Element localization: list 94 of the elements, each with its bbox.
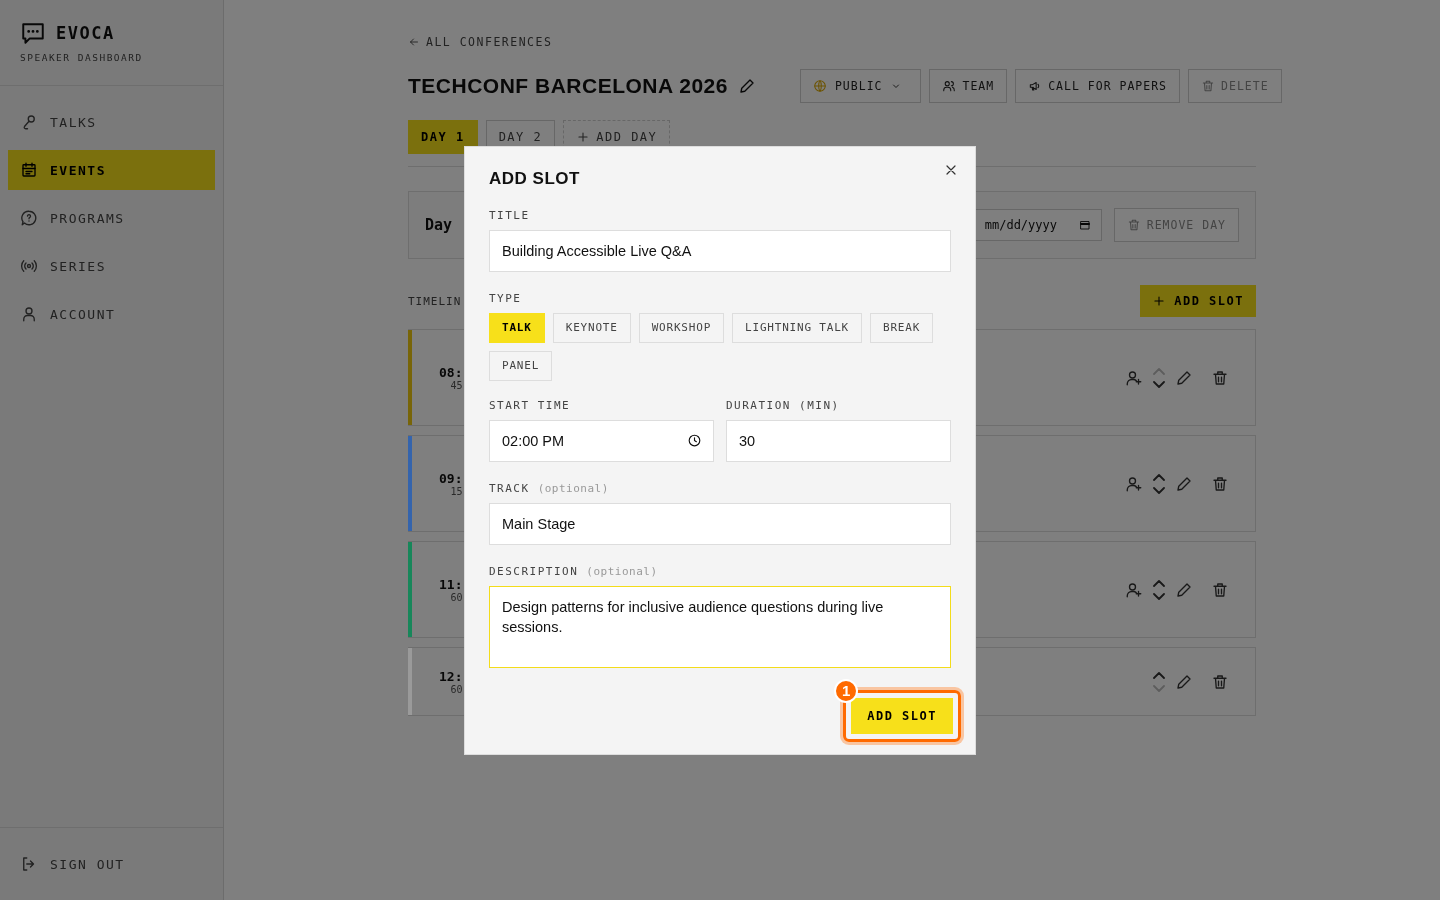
question-bubble-icon [20, 209, 38, 227]
header-button[interactable]: PUBLIC [799, 69, 922, 103]
header-button[interactable]: TEAM [929, 69, 1008, 103]
trash-icon [1211, 672, 1229, 691]
chevron-up-icon [1153, 579, 1165, 587]
start-time-input[interactable]: 02:00 PM [489, 419, 714, 462]
trash-icon [1211, 474, 1229, 493]
duration-input[interactable]: 30 [726, 419, 951, 462]
optional-hint: (optional) [586, 564, 658, 578]
user-plus-icon [1125, 474, 1143, 493]
conference-title: TECHCONF BARCELONA 2026 [408, 74, 728, 98]
nav-item[interactable]: TALKS [8, 102, 215, 142]
broadcast-icon [20, 257, 38, 275]
chevron-down-icon [1153, 486, 1165, 494]
header-button[interactable]: DELETE [1188, 69, 1282, 103]
globe-icon [812, 79, 827, 93]
plus-icon [1152, 294, 1167, 308]
slot-duration: 60 [450, 683, 463, 695]
chevron-down-icon [1153, 592, 1165, 600]
add-slot-submit-button[interactable]: ADD SLOT [851, 697, 953, 734]
nav-item[interactable]: SERIES [8, 246, 215, 286]
remove-day-button[interactable]: REMOVE DAY [1113, 208, 1239, 242]
user-plus-icon [1125, 368, 1143, 387]
slot-time: 11: [439, 576, 463, 592]
nav-item[interactable]: EVENTS [8, 150, 215, 190]
chevron-up-icon [1153, 367, 1165, 375]
move-up-button[interactable] [1153, 671, 1165, 679]
type-option[interactable]: BREAK [870, 312, 934, 343]
chevron-up-icon [1153, 473, 1165, 481]
plus-icon [576, 130, 591, 144]
slot-time: 08: [439, 364, 463, 380]
trash-icon [1211, 580, 1229, 599]
slot-duration: 60 [450, 591, 463, 603]
slot-duration: 15 [450, 485, 463, 497]
clock-icon [687, 432, 702, 448]
user-plus-icon [1125, 580, 1143, 599]
add-speaker-button[interactable] [1125, 474, 1143, 493]
type-option[interactable]: KEYNOTE [552, 312, 631, 343]
optional-hint: (optional) [537, 481, 609, 495]
step-marker: 1 [834, 678, 859, 703]
day-title: Day [425, 216, 453, 234]
calendar-icon [1078, 219, 1091, 231]
trash-icon [1211, 368, 1229, 387]
chevron-up-icon [1153, 671, 1165, 679]
field-label: TITLE [489, 208, 530, 222]
slot-duration: 45 [450, 379, 463, 391]
timeline-label: TIMELIN [408, 294, 462, 308]
nav-item[interactable]: ACCOUNT [8, 294, 215, 334]
delete-slot-button[interactable] [1211, 580, 1229, 599]
add-speaker-button[interactable] [1125, 368, 1143, 387]
dialog-title: ADD SLOT [489, 168, 580, 189]
type-option[interactable]: TALK [489, 312, 545, 343]
slot-time: 12: [439, 668, 463, 684]
type-option[interactable]: LIGHTNING TALK [732, 312, 862, 343]
add-speaker-button[interactable] [1125, 580, 1143, 599]
chevron-down-icon [1153, 380, 1165, 388]
field-label: DURATION (MIN) [726, 398, 840, 412]
move-down-button[interactable] [1153, 486, 1165, 494]
add-slot-button[interactable]: ADD SLOT [1140, 285, 1256, 317]
brand-name: EVOCA [56, 23, 115, 43]
trash-icon [1126, 218, 1141, 232]
pencil-icon [737, 77, 756, 95]
header-button[interactable]: CALL FOR PAPERS [1015, 69, 1181, 103]
field-label: TYPE [489, 291, 522, 305]
date-field[interactable]: mm/dd/yyyy [973, 209, 1102, 241]
field-label: DESCRIPTION [489, 564, 579, 578]
track-input[interactable]: Main Stage [489, 502, 951, 545]
nav-item[interactable]: PROGRAMS [8, 198, 215, 238]
chevron-down-icon [1153, 684, 1165, 692]
user-icon [20, 305, 38, 323]
move-up-button[interactable] [1153, 579, 1165, 587]
move-up-button[interactable] [1153, 473, 1165, 481]
type-option[interactable]: WORKSHOP [638, 312, 725, 343]
field-label: TRACK [489, 481, 530, 495]
arrow-left-icon [408, 36, 420, 48]
move-down-button[interactable] [1153, 592, 1165, 600]
title-input[interactable]: Building Accessible Live Q&A [489, 229, 951, 272]
delete-slot-button[interactable] [1211, 368, 1229, 387]
sign-out-button[interactable]: SIGN OUT [8, 844, 137, 884]
users-icon [942, 79, 957, 93]
delete-slot-button[interactable] [1211, 474, 1229, 493]
edit-title-button[interactable] [737, 77, 756, 95]
type-option[interactable]: PANEL [489, 350, 553, 381]
day-tab[interactable]: DAY 1 [408, 120, 478, 154]
trash-icon [1201, 79, 1216, 93]
description-input[interactable]: Design patterns for inclusive audience questions during live sessions. [489, 585, 951, 668]
delete-slot-button[interactable] [1211, 672, 1229, 691]
slot-time: 09: [439, 470, 463, 486]
move-down-button[interactable] [1153, 380, 1165, 388]
field-label: START TIME [489, 398, 571, 412]
chat-bubble-icon [20, 20, 46, 46]
back-link[interactable]: ALL CONFERENCES [408, 35, 553, 49]
brand-subtitle: SPEAKER DASHBOARD [20, 52, 143, 63]
calendar-icon [20, 161, 38, 179]
